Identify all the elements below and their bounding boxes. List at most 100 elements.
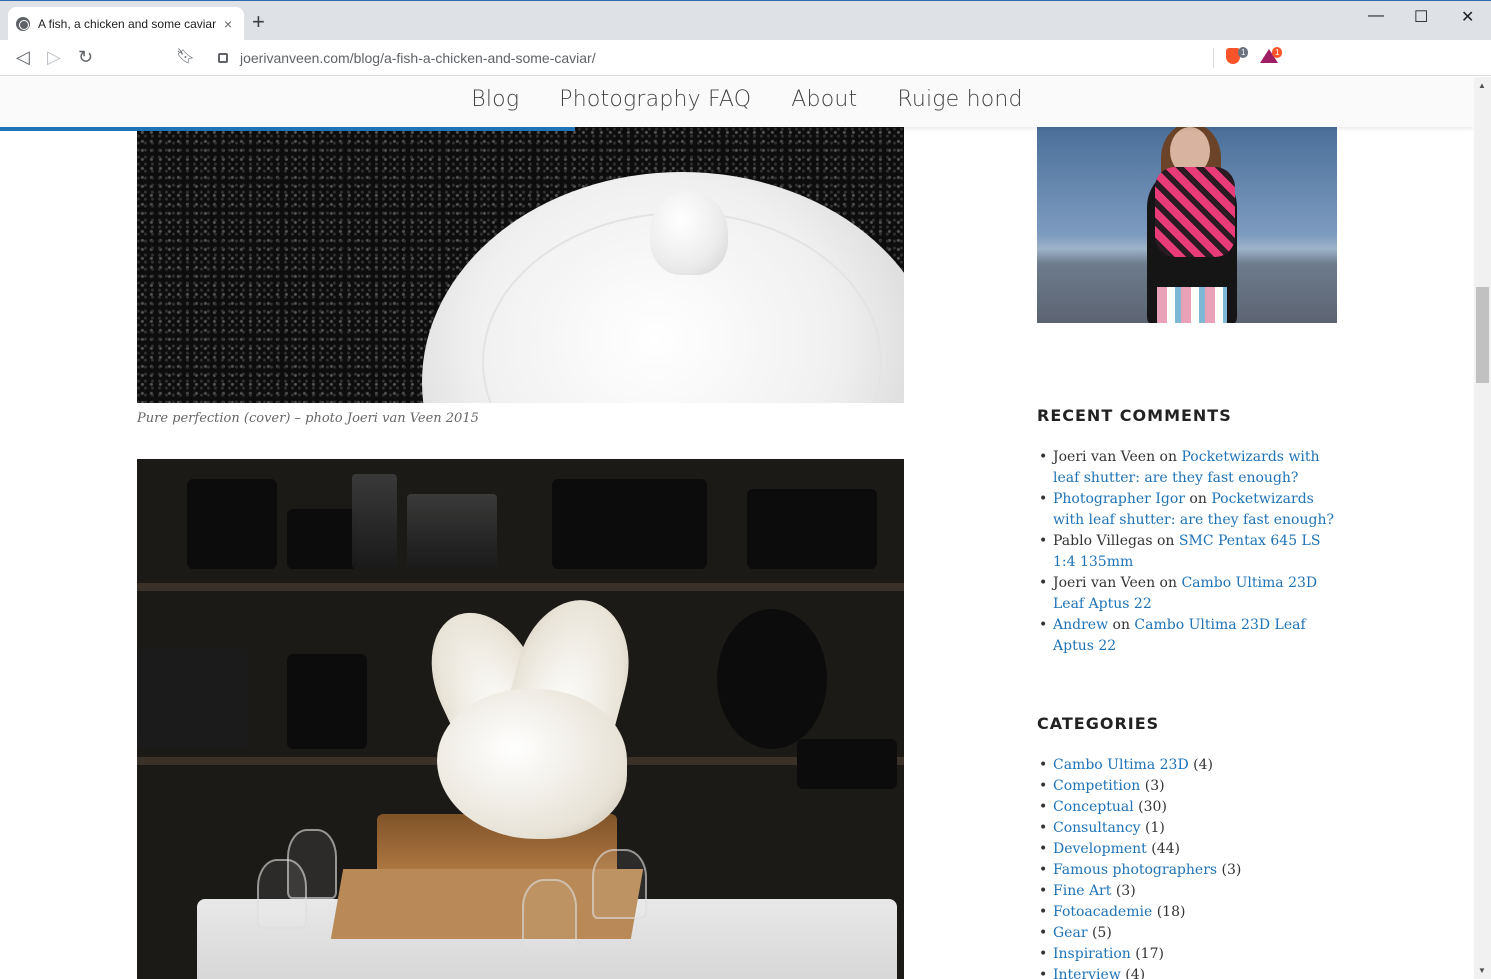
girl-scarf (1155, 167, 1235, 257)
pot-lid-knob (650, 191, 728, 275)
category-count: (3) (1115, 883, 1136, 899)
on-label: on (1112, 617, 1130, 633)
bookmark-icon[interactable]: 🔖︎ (176, 47, 195, 65)
omnibox-divider (1213, 48, 1214, 68)
dutch-oven-object (552, 479, 707, 569)
tab-title: A fish, a chicken and some caviar (38, 17, 217, 31)
list-item: Famous photographers (3) (1039, 860, 1343, 881)
wine-glass (287, 829, 337, 899)
image-caption: Pure perfection (cover) – photo Joeri va… (137, 411, 479, 426)
list-item: Gear (5) (1039, 923, 1343, 944)
browser-tab[interactable]: A fish, a chicken and some caviar × (8, 7, 244, 41)
category-count: (3) (1144, 778, 1165, 794)
pot-object (747, 489, 877, 569)
girl-legs (1157, 287, 1227, 323)
recent-comments-title: RECENT COMMENTS (1037, 406, 1232, 425)
window-close-icon[interactable]: ✕ (1461, 7, 1474, 27)
list-item: Joeri van Veen on Pocketwizards with lea… (1039, 447, 1343, 489)
category-count: (18) (1156, 904, 1186, 920)
new-tab-button[interactable]: + (252, 11, 265, 33)
glassware-object (407, 494, 497, 569)
comment-author: Pablo Villegas (1053, 533, 1153, 549)
list-item: Fine Art (3) (1039, 881, 1343, 902)
on-label: on (1189, 491, 1207, 507)
scroll-down-icon[interactable]: ▼ (1478, 966, 1486, 975)
scroll-up-icon[interactable]: ▲ (1478, 81, 1486, 90)
baking-dish-object (797, 739, 897, 789)
post-image-caviar (137, 127, 904, 403)
pot-object (187, 479, 277, 569)
on-label: on (1159, 575, 1177, 591)
list-item: Photographer Igor on Pocketwizards with … (1039, 489, 1343, 531)
nav-ruige-hond[interactable]: Ruige hond (897, 77, 1022, 127)
scrollbar-thumb[interactable] (1476, 287, 1489, 383)
address-bar[interactable]: joerivanveen.com/blog/a-fish-a-chicken-a… (206, 44, 1286, 72)
sidebar-photo (1037, 127, 1337, 323)
category-link[interactable]: Interview (1053, 967, 1121, 979)
category-link[interactable]: Conceptual (1053, 799, 1134, 815)
forward-icon[interactable]: ▷ (47, 47, 61, 68)
list-item: Competition (3) (1039, 776, 1343, 797)
minimize-icon[interactable]: — (1368, 7, 1384, 25)
comment-author: Joeri van Veen (1053, 575, 1156, 591)
list-item: Joeri van Veen on Cambo Ultima 23D Leaf … (1039, 573, 1343, 615)
maximize-icon[interactable]: ☐ (1414, 7, 1428, 27)
plate-object (717, 609, 827, 749)
list-item: Pablo Villegas on SMC Pentax 645 LS 1:4 … (1039, 531, 1343, 573)
wine-glass (592, 849, 647, 919)
category-count: (17) (1135, 946, 1164, 962)
category-link[interactable]: Consultancy (1053, 820, 1141, 836)
category-count: (1) (1145, 820, 1165, 836)
list-item: Conceptual (30) (1039, 797, 1343, 818)
wine-glass (522, 879, 577, 949)
category-link[interactable]: Fine Art (1053, 883, 1111, 899)
books-object (137, 649, 247, 749)
category-count: (3) (1221, 862, 1242, 878)
list-item: Andrew on Cambo Ultima 23D Leaf Aptus 22 (1039, 615, 1343, 657)
category-count: (44) (1151, 841, 1180, 857)
globe-icon (16, 17, 30, 31)
on-label: on (1159, 449, 1177, 465)
list-item: Consultancy (1) (1039, 818, 1343, 839)
list-item: Interview (4) (1039, 965, 1343, 979)
category-link[interactable]: Fotoacademie (1053, 904, 1152, 920)
list-item: Fotoacademie (18) (1039, 902, 1343, 923)
tab-close-icon[interactable]: × (224, 16, 232, 32)
category-link[interactable]: Famous photographers (1053, 862, 1217, 878)
category-link[interactable]: Inspiration (1053, 946, 1131, 962)
category-link[interactable]: Cambo Ultima 23D (1053, 757, 1189, 773)
pot-object (287, 509, 357, 569)
on-label: on (1156, 533, 1175, 549)
category-count: (4) (1125, 967, 1146, 979)
comment-author: Joeri van Veen (1053, 449, 1156, 465)
post-image-chicken (137, 459, 904, 979)
recent-comments-list: Joeri van Veen on Pocketwizards with lea… (1039, 447, 1343, 657)
browser-tab-bar: A fish, a chicken and some caviar × + — … (0, 0, 1491, 41)
category-link[interactable]: Development (1053, 841, 1147, 857)
category-link[interactable]: Competition (1053, 778, 1140, 794)
url-text[interactable]: joerivanveen.com/blog/a-fish-a-chicken-a… (240, 50, 596, 66)
back-icon[interactable]: ◁ (16, 47, 30, 68)
page-scrollbar[interactable]: ▲ ▼ (1474, 77, 1491, 979)
decanter-object (352, 474, 397, 569)
pot-object (287, 654, 367, 749)
shelf (137, 583, 904, 591)
lock-icon (218, 53, 228, 63)
reading-progress-bar (0, 127, 575, 131)
reload-icon[interactable]: ↻ (78, 47, 93, 68)
comment-author-link[interactable]: Photographer Igor (1053, 491, 1185, 507)
category-link[interactable]: Gear (1053, 925, 1088, 941)
categories-title: CATEGORIES (1037, 714, 1160, 733)
list-item: Cambo Ultima 23D (4) (1039, 755, 1343, 776)
list-item: Inspiration (17) (1039, 944, 1343, 965)
page-viewport: Blog Photography FAQ About Ruige hond Pu… (0, 77, 1474, 979)
nav-about[interactable]: About (791, 77, 857, 127)
nav-blog[interactable]: Blog (471, 77, 519, 127)
site-navigation: Blog Photography FAQ About Ruige hond (0, 77, 1474, 127)
categories-list: Cambo Ultima 23D (4) Competition (3) Con… (1039, 755, 1343, 979)
category-count: (30) (1138, 799, 1167, 815)
comment-author-link[interactable]: Andrew (1053, 617, 1108, 633)
list-item: Development (44) (1039, 839, 1343, 860)
category-count: (4) (1193, 757, 1213, 773)
nav-photography-faq[interactable]: Photography FAQ (559, 77, 751, 127)
